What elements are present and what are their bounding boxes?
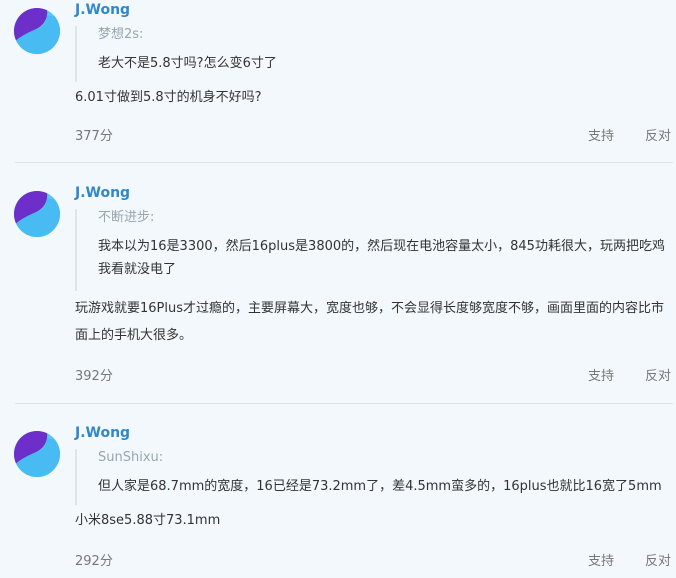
reply-text: 6.01寸做到5.8寸的机身不好吗? [75,90,262,105]
score-label: 292分 [75,554,113,569]
divider [15,162,673,163]
quote-text: 我本以为16是3300，然后16plus是3800的，然后现在电池容量太小，84… [98,239,665,277]
quote-author: SunShixu: [98,450,164,465]
quote-text: 但人家是68.7mm的宽度，16已经是73.2mm了，差4.5mm蛮多的，16p… [98,479,662,494]
quote-text: 老大不是5.8寸吗?怎么变6寸了 [98,56,277,71]
score-label: 377分 [75,129,113,144]
quoted-comment: 不断进步: 我本以为16是3300，然后16plus是3800的，然后现在电池容… [75,209,668,291]
support-button[interactable]: 支持 [588,365,614,384]
quoted-comment: SunShixu: 但人家是68.7mm的宽度，16已经是73.2mm了，差4.… [75,449,668,505]
support-button[interactable]: 支持 [588,125,614,144]
score-label: 392分 [75,369,113,384]
reply-text: 小米8se5.88寸73.1mm [75,513,221,528]
username-link[interactable]: J.Wong [75,2,130,18]
oppose-button[interactable]: 反对 [645,365,671,384]
quote-author: 梦想2s: [98,27,144,42]
quote-author: 不断进步: [98,210,155,225]
user-avatar-icon[interactable] [14,8,60,54]
username-link[interactable]: J.Wong [75,425,130,441]
support-button[interactable]: 支持 [588,550,614,569]
oppose-button[interactable]: 反对 [645,550,671,569]
user-avatar-icon[interactable] [14,191,60,237]
oppose-button[interactable]: 反对 [645,125,671,144]
reply-text: 玩游戏就要16Plus才过瘾的，主要屏幕大，宽度也够，不会显得长度够宽度不够，画… [75,301,665,343]
user-avatar-icon[interactable] [14,431,60,477]
divider [15,403,673,404]
quoted-comment: 梦想2s: 老大不是5.8寸吗?怎么变6寸了 [75,26,668,82]
username-link[interactable]: J.Wong [75,185,130,201]
